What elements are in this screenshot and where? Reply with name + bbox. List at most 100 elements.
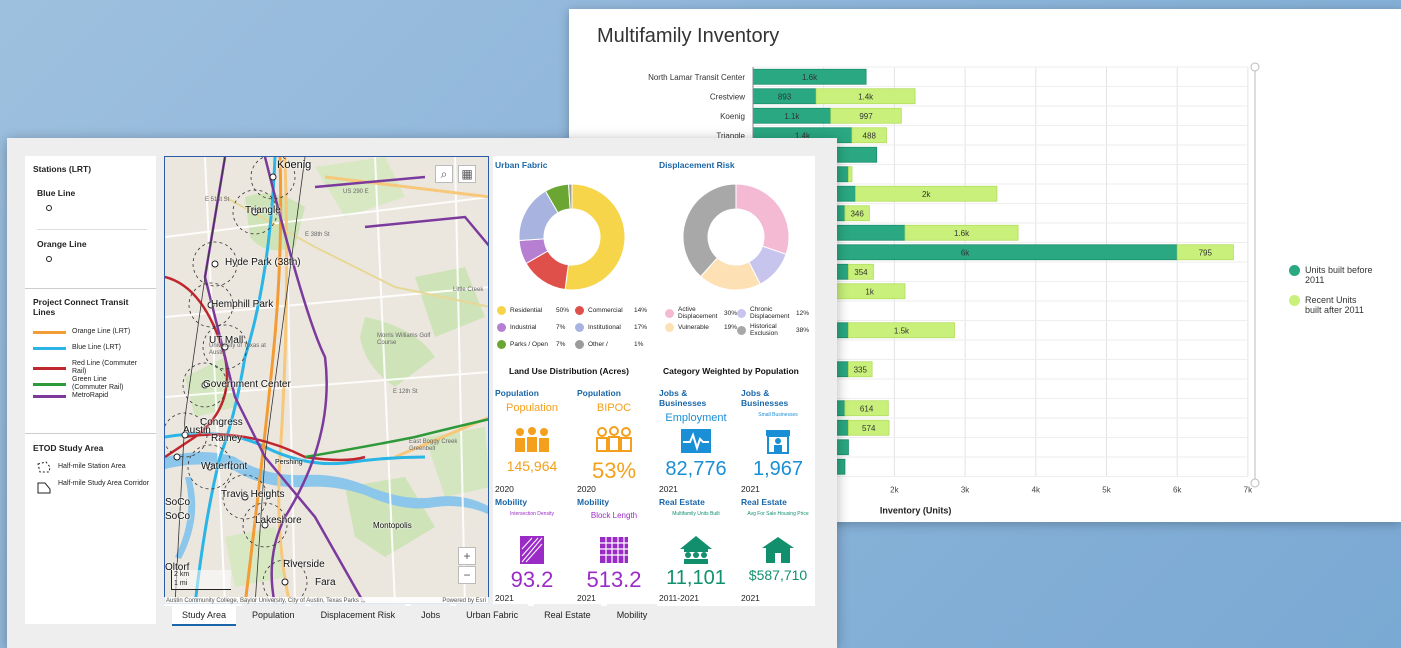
kpi-year: 2020 [577, 484, 596, 494]
category-caption: Category Weighted by Population [663, 366, 799, 376]
scale-mi: 1 mi [174, 580, 188, 587]
map-label: Travis Heights [221, 489, 285, 500]
line-swatch [33, 382, 66, 386]
displacement-slice[interactable] [682, 183, 737, 278]
transit-map[interactable]: Koenig Triangle Hyde Park (38th) Hemphill P… [164, 156, 489, 604]
legend-swatch [665, 308, 674, 318]
map-label: University of Texas at Austin [209, 343, 266, 356]
line-label: Red Line (Commuter Rail) [72, 360, 137, 375]
legend-item-before-2011[interactable]: Units built before 2011 [1289, 265, 1375, 285]
zoom-out-button[interactable]: − [458, 566, 476, 584]
bar-data-label: 795 [1199, 248, 1213, 257]
category-label: North Lamar Transit Center [648, 73, 745, 82]
legend-swatch [497, 306, 506, 315]
tab-mobility[interactable]: Mobility [606, 604, 658, 626]
bar-data-label: 1k [865, 287, 874, 296]
displacement-legend-item[interactable]: Active Displacement 30% [665, 306, 737, 320]
kpi-heading: Jobs & Businesses [741, 388, 789, 408]
legend-label: Vulnerable [678, 324, 709, 331]
map-label: E 12th St [393, 389, 418, 395]
house-icon [758, 535, 798, 570]
line-label: Blue Line (LRT) [72, 344, 121, 351]
map-label: SoCo [165, 497, 191, 508]
bar-data-label: 354 [854, 268, 868, 277]
displacement-legend-item[interactable]: Vulnerable 19% [665, 323, 737, 332]
line-swatch [33, 330, 66, 334]
urban-fabric-legend-item[interactable]: Parks / Open 7% [497, 340, 565, 349]
bar-data-label: 2k [922, 190, 931, 199]
scrollbar-handle-top[interactable] [1250, 62, 1260, 72]
legend-swatch [575, 306, 584, 315]
legend-label: Units built before 2011 [1305, 265, 1373, 285]
x-tick-label: 2k [890, 486, 899, 495]
urban-fabric-legend-item[interactable]: Institutional 17% [575, 323, 647, 332]
tab-displacement-risk[interactable]: Displacement Risk [310, 604, 406, 626]
blocks-icon [594, 535, 634, 570]
displacement-legend-item[interactable]: Chronic Displacement 12% [737, 306, 809, 320]
bar-data-label: 346 [850, 209, 864, 218]
orange-station-symbol [46, 256, 52, 262]
displacement-legend-item[interactable]: Historical Exclusion 38% [737, 323, 809, 337]
kpi-value: $587,710 [748, 567, 808, 583]
kpi-year: 2011-2021 [659, 593, 700, 603]
tab-jobs[interactable]: Jobs [411, 604, 451, 626]
community-icon [676, 535, 716, 570]
urban-fabric-legend-item[interactable]: Industrial 7% [497, 323, 565, 332]
tab-urban-fabric[interactable]: Urban Fabric [456, 604, 529, 626]
map-label: Waterfront [201, 461, 248, 472]
kpi-year: 2021 [741, 484, 760, 494]
people-icon [512, 426, 552, 461]
kpi-caption: Population [506, 402, 558, 414]
urban-fabric-legend-item[interactable]: Commercial 14% [575, 306, 647, 315]
map-label: Morris Williams Golf Course [377, 333, 431, 346]
map-label: Rainey [211, 433, 243, 444]
displacement-slice[interactable] [735, 183, 790, 255]
legend-swatch [575, 323, 584, 332]
kpi-caption: BIPOC [596, 402, 632, 414]
legend-label: Active Displacement [678, 306, 718, 320]
legend-swatch [497, 323, 506, 332]
bar-segment[interactable] [848, 166, 853, 183]
line-swatch [33, 366, 66, 370]
kpi-year: 2021 [577, 593, 596, 603]
urban-fabric-legend-item[interactable]: Other / 1% [575, 340, 643, 349]
map-search-button[interactable]: ⌕ [435, 165, 453, 183]
legend-label: Other / [588, 341, 608, 348]
kpi-year: 2021 [495, 593, 514, 603]
basemap-gallery-button[interactable]: ▦ [458, 165, 476, 183]
legend-label: Historical Exclusion [750, 323, 778, 337]
urban-fabric-donut[interactable] [517, 182, 627, 292]
tab-real-estate[interactable]: Real Estate [534, 604, 601, 626]
tab-study-area[interactable]: Study Area [172, 604, 237, 626]
x-tick-label: 7k [1244, 486, 1253, 495]
bar-data-label: 1.6k [802, 73, 818, 82]
map-label: Fara [315, 577, 336, 588]
bar-data-label: 997 [859, 112, 873, 121]
map-label: Austin [183, 425, 211, 436]
half-mile-station-label: Half-mile Station Area [58, 463, 126, 470]
tab-population[interactable]: Population [242, 604, 305, 626]
legend-label: Institutional [588, 324, 621, 331]
map-label: SoCo [165, 511, 191, 522]
urban-fabric-legend-item[interactable]: Residential 50% [497, 306, 569, 315]
line-swatch [33, 346, 66, 350]
scrollbar-handle-bottom[interactable] [1250, 478, 1260, 488]
bar-data-label: 1.4k [858, 92, 874, 101]
legend-swatch [497, 340, 506, 349]
legend-percent: 19% [724, 324, 738, 331]
kpi-value: 93.2 [510, 567, 554, 592]
zoom-in-button[interactable]: + [458, 547, 476, 565]
divider [25, 288, 156, 289]
map-label: Montopolis [373, 521, 412, 530]
urban-fabric-slice[interactable] [564, 183, 626, 291]
legend-label: Recent Units built after 2011 [1305, 295, 1364, 315]
x-tick-label: 4k [1032, 486, 1041, 495]
displacement-risk-donut[interactable] [681, 182, 791, 292]
map-label: Hyde Park (38th) [225, 257, 301, 268]
x-tick-label: 6k [1173, 486, 1182, 495]
legend-percent: 1% [634, 341, 644, 348]
legend-percent: 12% [796, 309, 810, 317]
bar-data-label: 1.5k [894, 326, 910, 335]
legend-swatch [575, 340, 584, 349]
legend-item-after-2011[interactable]: Recent Units built after 2011 [1289, 295, 1375, 315]
